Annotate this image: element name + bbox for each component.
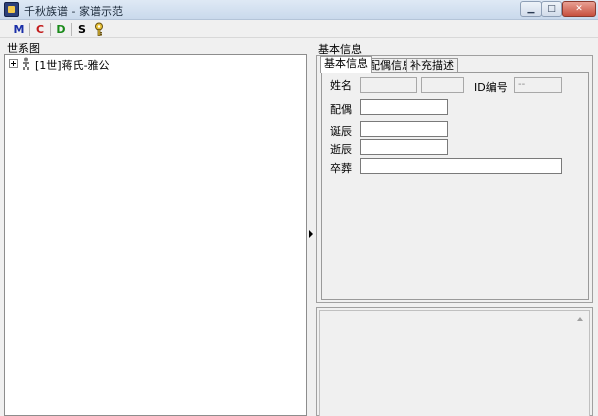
toolbar-separator: [71, 23, 72, 36]
id-label: ID编号: [474, 81, 508, 94]
toolbar-separator: [29, 23, 30, 36]
close-button[interactable]: ✕: [562, 1, 596, 17]
title-bar: 千秋族谱 - 家谱示范 ▁ □ ✕: [0, 0, 598, 20]
birth-label: 诞辰: [330, 125, 352, 138]
toolbar-s-button[interactable]: S: [73, 22, 91, 37]
given-name-field[interactable]: [421, 77, 464, 93]
tree-node-label: [1世]蒋氏-雅公: [35, 59, 110, 72]
tab-basic-info[interactable]: 基本信息: [320, 56, 372, 73]
toolbar-m-button[interactable]: M: [10, 22, 28, 37]
description-box: [316, 307, 593, 416]
app-logo-icon: [4, 2, 19, 17]
basic-info-form: 姓名 ID编号 -- 配偶 诞辰 逝辰 卒葬: [321, 72, 589, 300]
window-title: 千秋族谱 - 家谱示范: [24, 5, 123, 18]
name-label: 姓名: [330, 79, 352, 92]
lineage-panel-header: 世系图: [4, 39, 307, 55]
scroll-up-icon[interactable]: [577, 317, 583, 321]
id-field[interactable]: --: [514, 77, 562, 93]
toolbar-d-button[interactable]: D: [52, 22, 70, 37]
toolbar: M C D S: [0, 21, 598, 38]
toolbar-separator: [50, 23, 51, 36]
key-icon[interactable]: [92, 22, 106, 37]
spouse-field[interactable]: [360, 99, 448, 115]
maximize-button[interactable]: □: [541, 1, 562, 17]
id-value: --: [518, 79, 526, 90]
expand-plus-icon[interactable]: [9, 59, 18, 68]
description-textarea[interactable]: [319, 310, 590, 416]
death-field[interactable]: [360, 139, 448, 155]
app-window: 千秋族谱 - 家谱示范 ▁ □ ✕ M C D S 世系图 [1世]蒋氏-雅公 …: [0, 0, 598, 416]
minimize-button[interactable]: ▁: [520, 1, 542, 17]
burial-label: 卒葬: [330, 162, 352, 175]
person-icon: [21, 57, 31, 70]
spouse-label: 配偶: [330, 103, 352, 116]
toolbar-c-button[interactable]: C: [31, 22, 49, 37]
splitter-arrow-icon[interactable]: [309, 230, 313, 238]
info-panel-header: 基本信息: [316, 41, 596, 56]
tab-supplement[interactable]: 补充描述: [406, 58, 458, 73]
death-label: 逝辰: [330, 143, 352, 156]
surname-field[interactable]: [360, 77, 417, 93]
burial-field[interactable]: [360, 158, 562, 174]
birth-field[interactable]: [360, 121, 448, 137]
lineage-tree[interactable]: [1世]蒋氏-雅公: [4, 54, 307, 416]
info-panel: 基本信息 配偶信息 补充描述 姓名 ID编号 -- 配偶 诞辰 逝辰 卒葬: [316, 55, 593, 303]
